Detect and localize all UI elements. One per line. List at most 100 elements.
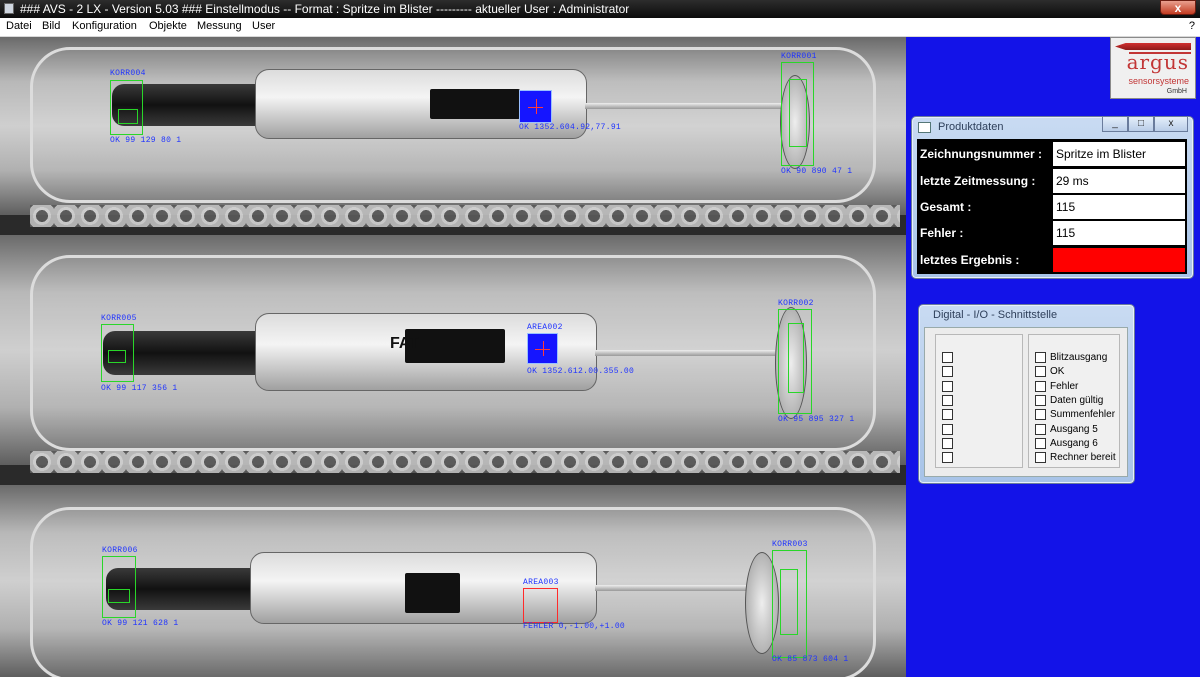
overlay-box-korr006[interactable] <box>102 556 136 618</box>
value-gesamt: 115 <box>1053 195 1185 219</box>
label-letztes-ergebnis: letztes Ergebnis : <box>920 253 1020 267</box>
argus-logo: argus sensorsysteme GmbH <box>1110 37 1196 99</box>
menu-datei[interactable]: Datei <box>6 18 32 35</box>
input-checkbox-4[interactable] <box>942 395 953 406</box>
overlay-subbox-korr002 <box>788 323 804 393</box>
row-zeichnungsnummer: Zeichnungsnummer : Spritze im Blister <box>917 141 1187 167</box>
output-checkbox-fehler[interactable] <box>1035 381 1046 392</box>
row-gesamt: Gesamt : 115 <box>917 194 1187 220</box>
menu-help[interactable]: ? <box>1189 18 1195 35</box>
overlay-name-korr001: KORR001 <box>781 52 817 61</box>
output-label-ok: OK <box>1050 366 1065 377</box>
input-checkbox-6[interactable] <box>942 424 953 435</box>
app-icon <box>4 3 14 14</box>
output-label-rechner-bereit: Rechner bereit <box>1050 452 1116 463</box>
output-checkbox-rechner-bereit[interactable] <box>1035 452 1046 463</box>
produktdaten-title: Produktdaten <box>938 121 1004 133</box>
label-fehler: Fehler : <box>920 226 964 240</box>
overlay-name-korr002: KORR002 <box>778 299 814 308</box>
overlay-subbox-korr004 <box>118 109 138 124</box>
syringe-label <box>430 89 520 119</box>
row-zeitmessung: letzte Zeitmessung : 29 ms <box>917 168 1187 194</box>
close-button[interactable]: x <box>1154 117 1188 132</box>
syringe-label <box>405 573 460 613</box>
title-bar: ### AVS - 2 LX - Version 5.03 ### Einste… <box>0 0 1200 18</box>
menu-bar: Datei Bild Konfiguration Objekte Messung… <box>0 18 1200 37</box>
overlay-area002[interactable] <box>527 333 558 364</box>
digital-io-title: Digital - I/O - Schnittstelle <box>933 309 1058 321</box>
overlay-name-korr003: KORR003 <box>772 540 808 549</box>
row-fehler: Fehler : 115 <box>917 220 1187 246</box>
close-button[interactable]: x <box>1160 0 1196 15</box>
digital-io-window: Digital - I/O - Schnittstelle Blitzausga… <box>918 304 1135 484</box>
overlay-result-area002: OK 1352.612.00.355.00 <box>527 367 635 376</box>
overlay-result-korr005: OK 99 117 356 1 <box>101 384 178 393</box>
window-icon <box>918 122 931 133</box>
value-zeitmessung: 29 ms <box>1053 169 1185 193</box>
input-checkbox-2[interactable] <box>942 366 953 377</box>
logo-company-form: GmbH <box>1166 88 1187 95</box>
output-checkbox-ausgang-5[interactable] <box>1035 424 1046 435</box>
produktdaten-table: Zeichnungsnummer : Spritze im Blister le… <box>917 139 1187 274</box>
input-checkbox-5[interactable] <box>942 409 953 420</box>
overlay-subbox-korr001 <box>789 79 807 147</box>
syringe-needle <box>585 103 785 109</box>
logo-subtitle: sensorsysteme <box>1128 76 1189 86</box>
output-label-ausgang-6: Ausgang 6 <box>1050 438 1098 449</box>
input-checkbox-8[interactable] <box>942 452 953 463</box>
overlay-area001[interactable] <box>519 90 552 123</box>
output-label-fehler: Fehler <box>1050 381 1079 392</box>
label-zeichnungsnummer: Zeichnungsnummer : <box>920 147 1043 161</box>
menu-bild[interactable]: Bild <box>42 18 60 35</box>
output-checkbox-summenfehler[interactable] <box>1035 409 1046 420</box>
menu-konfiguration[interactable]: Konfiguration <box>72 18 137 35</box>
overlay-result-korr004: OK 99 129 80 1 <box>110 136 182 145</box>
row-letztes-ergebnis: letztes Ergebnis : <box>917 247 1187 273</box>
label-zeitmessung: letzte Zeitmessung : <box>920 174 1036 188</box>
inputs-group <box>935 334 1023 468</box>
outputs-group: Blitzausgang OK Fehler Daten gültig Summ… <box>1028 334 1120 468</box>
digital-io-content: Blitzausgang OK Fehler Daten gültig Summ… <box>924 327 1128 477</box>
menu-objekte[interactable]: Objekte <box>149 18 187 35</box>
overlay-name-korr006: KORR006 <box>102 546 138 555</box>
window-title: ### AVS - 2 LX - Version 5.03 ### Einste… <box>20 2 630 16</box>
camera-image[interactable]: FAT KORR004 OK 99 129 80 1 OK 1352.604.9… <box>0 37 906 677</box>
produktdaten-window: Produktdaten _ □ x Zeichnungsnummer : Sp… <box>911 116 1194 279</box>
blister-perforation <box>30 451 900 473</box>
syringe-label <box>405 329 505 363</box>
overlay-subbox-korr005 <box>108 350 126 363</box>
menu-user[interactable]: User <box>252 18 275 35</box>
overlay-area003[interactable] <box>523 588 558 623</box>
output-checkbox-ausgang-6[interactable] <box>1035 438 1046 449</box>
overlay-subbox-korr003 <box>780 569 798 635</box>
overlay-name-area003: AREA003 <box>523 578 559 587</box>
output-checkbox-blitzausgang[interactable] <box>1035 352 1046 363</box>
input-checkbox-3[interactable] <box>942 381 953 392</box>
overlay-result-area003: FEHLER 0,-1.00,+1.00 <box>523 622 626 631</box>
logo-name: argus <box>1126 50 1189 74</box>
output-label-summenfehler: Summenfehler <box>1050 409 1116 420</box>
overlay-box-korr004[interactable] <box>110 80 143 135</box>
overlay-result-area001: OK 1352.604.92,77.91 <box>519 123 622 132</box>
overlay-result-korr003: OK 85 873 604 1 <box>772 655 849 664</box>
overlay-result-korr002: OK 95 895 327 1 <box>778 415 855 424</box>
input-checkbox-7[interactable] <box>942 438 953 449</box>
syringe-needle <box>595 350 775 356</box>
menu-messung[interactable]: Messung <box>197 18 242 35</box>
input-checkbox-1[interactable] <box>942 352 953 363</box>
value-letztes-ergebnis <box>1053 248 1185 272</box>
value-fehler: 115 <box>1053 221 1185 245</box>
syringe-label-text: FAT <box>390 335 420 352</box>
overlay-result-korr001: OK 90 890 47 1 <box>781 167 853 176</box>
output-label-blitzausgang: Blitzausgang <box>1050 352 1108 363</box>
value-zeichnungsnummer: Spritze im Blister <box>1053 142 1185 166</box>
output-checkbox-daten-gueltig[interactable] <box>1035 395 1046 406</box>
overlay-name-korr005: KORR005 <box>101 314 137 323</box>
maximize-button[interactable]: □ <box>1128 117 1154 132</box>
output-checkbox-ok[interactable] <box>1035 366 1046 377</box>
logo-pen-graphic <box>1115 43 1191 50</box>
blister-perforation <box>30 205 900 227</box>
overlay-result-korr006: OK 99 121 628 1 <box>102 619 179 628</box>
syringe-needle <box>595 585 755 591</box>
minimize-button[interactable]: _ <box>1102 117 1128 132</box>
